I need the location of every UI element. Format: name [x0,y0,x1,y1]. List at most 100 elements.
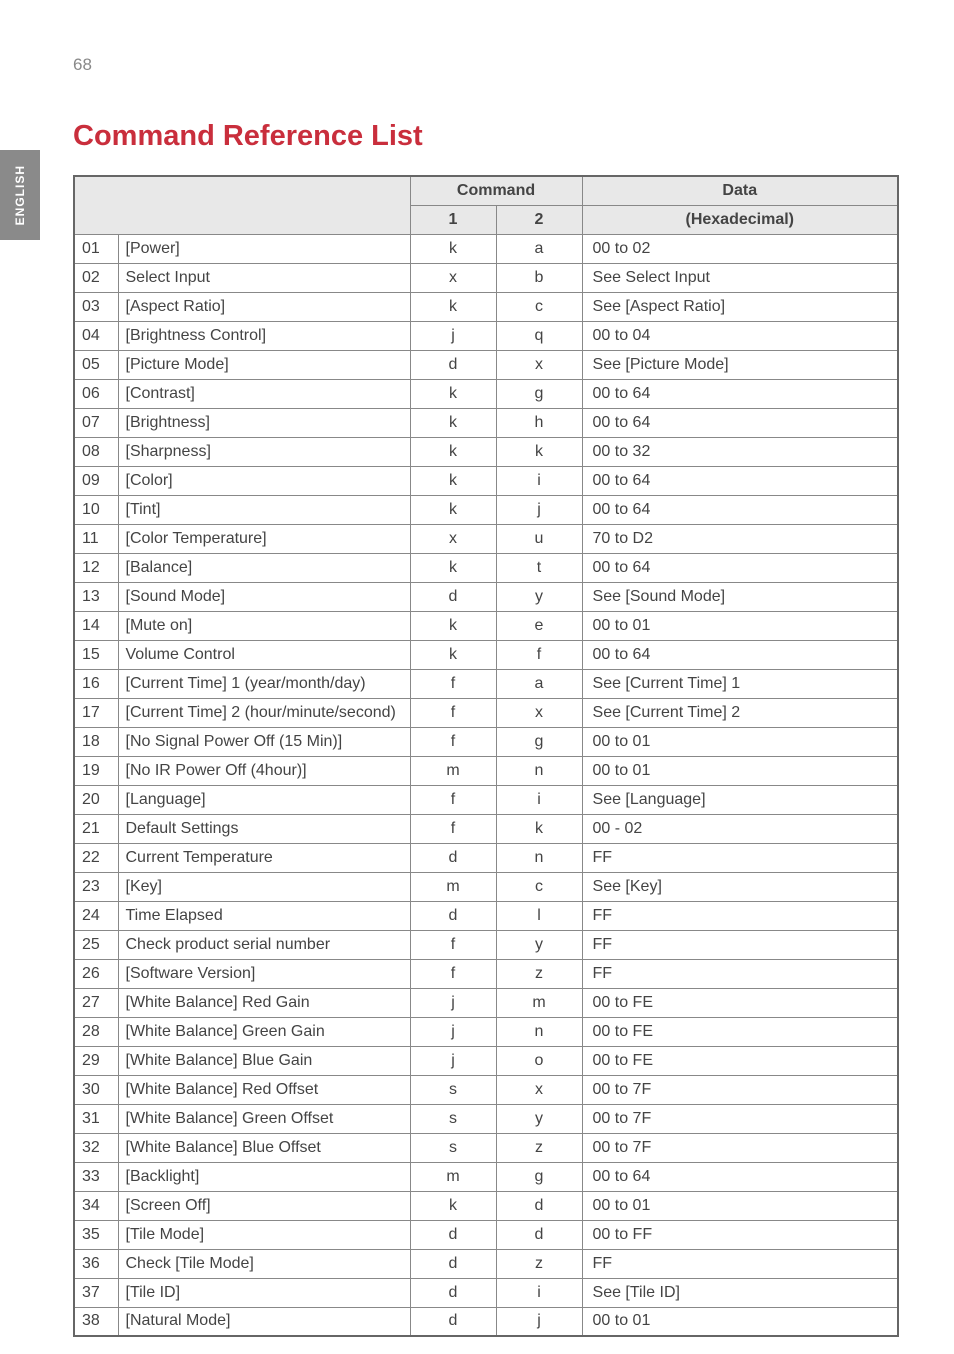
cell-data: See [Sound Mode] [582,582,898,611]
cell-num: 22 [74,843,118,872]
table-row: 04[Brightness Control]jq00 to 04 [74,321,898,350]
cell-cmd1: d [410,582,496,611]
cell-data: 00 to 64 [582,495,898,524]
cell-cmd1: f [410,959,496,988]
cell-name: [Brightness Control] [118,321,410,350]
cell-data: 00 to 7F [582,1133,898,1162]
cell-num: 14 [74,611,118,640]
table-row: 24Time ElapseddlFF [74,901,898,930]
cell-cmd1: d [410,350,496,379]
cell-data: FF [582,959,898,988]
cell-name: [Brightness] [118,408,410,437]
table-row: 20[Language]fiSee [Language] [74,785,898,814]
cell-num: 04 [74,321,118,350]
table-row: 31[White Balance] Green Offsetsy00 to 7F [74,1104,898,1133]
language-tab: ENGLISH [0,150,40,240]
table-row: 33[Backlight]mg00 to 64 [74,1162,898,1191]
table-row: 35[Tile Mode]dd00 to FF [74,1220,898,1249]
page-number: 68 [73,55,92,75]
cell-name: Check product serial number [118,930,410,959]
cell-name: [White Balance] Green Offset [118,1104,410,1133]
cell-num: 07 [74,408,118,437]
cell-cmd1: d [410,1278,496,1307]
cell-data: 00 to 64 [582,553,898,582]
command-reference-table: Command Data 1 2 (Hexadecimal) 01[Power]… [73,175,899,1337]
cell-cmd1: k [410,495,496,524]
cell-num: 12 [74,553,118,582]
table-row: 28[White Balance] Green Gainjn00 to FE [74,1017,898,1046]
cell-num: 16 [74,669,118,698]
cell-name: Current Temperature [118,843,410,872]
cell-name: [White Balance] Blue Offset [118,1133,410,1162]
cell-cmd2: i [496,466,582,495]
cell-name: [Balance] [118,553,410,582]
cell-num: 26 [74,959,118,988]
cell-cmd2: e [496,611,582,640]
cell-data: 00 to 01 [582,727,898,756]
cell-num: 18 [74,727,118,756]
table-row: 15Volume Controlkf00 to 64 [74,640,898,669]
cell-data: 00 to FF [582,1220,898,1249]
cell-name: [White Balance] Blue Gain [118,1046,410,1075]
table-row: 14[Mute on]ke00 to 01 [74,611,898,640]
table-row: 19[No IR Power Off (4hour)]mn00 to 01 [74,756,898,785]
cell-data: 00 to 64 [582,379,898,408]
cell-data: 00 to 64 [582,640,898,669]
cell-data: 00 to 32 [582,437,898,466]
cell-cmd1: m [410,872,496,901]
cell-cmd2: z [496,959,582,988]
table-row: 16[Current Time] 1 (year/month/day)faSee… [74,669,898,698]
cell-cmd1: f [410,727,496,756]
cell-cmd2: z [496,1133,582,1162]
cell-name: [Current Time] 2 (hour/minute/second) [118,698,410,727]
cell-cmd1: k [410,379,496,408]
cell-cmd2: y [496,930,582,959]
cell-name: [Tile ID] [118,1278,410,1307]
header-cmd1: 1 [410,205,496,234]
cell-name: [Software Version] [118,959,410,988]
cell-name: [No IR Power Off (4hour)] [118,756,410,785]
cell-cmd2: m [496,988,582,1017]
cell-cmd2: k [496,437,582,466]
table-row: 08[Sharpness]kk00 to 32 [74,437,898,466]
cell-name: [Language] [118,785,410,814]
table-header-row-1: Command Data [74,176,898,205]
cell-data: 70 to D2 [582,524,898,553]
cell-data: See [Current Time] 2 [582,698,898,727]
cell-num: 17 [74,698,118,727]
cell-cmd1: k [410,640,496,669]
table-row: 12[Balance]kt00 to 64 [74,553,898,582]
table-row: 10[Tint]kj00 to 64 [74,495,898,524]
cell-cmd2: y [496,1104,582,1133]
cell-cmd2: i [496,785,582,814]
cell-cmd2: u [496,524,582,553]
cell-num: 31 [74,1104,118,1133]
cell-name: [Sharpness] [118,437,410,466]
cell-num: 33 [74,1162,118,1191]
cell-num: 15 [74,640,118,669]
cell-cmd1: f [410,698,496,727]
cell-num: 27 [74,988,118,1017]
cell-data: FF [582,1249,898,1278]
cell-cmd1: f [410,930,496,959]
table-row: 11[Color Temperature]xu70 to D2 [74,524,898,553]
cell-num: 36 [74,1249,118,1278]
cell-name: [Tint] [118,495,410,524]
cell-cmd1: k [410,408,496,437]
table-row: 22Current TemperaturednFF [74,843,898,872]
table-row: 38[Natural Mode]dj00 to 01 [74,1307,898,1336]
table-row: 27[White Balance] Red Gainjm00 to FE [74,988,898,1017]
table-row: 32[White Balance] Blue Offsetsz00 to 7F [74,1133,898,1162]
header-command: Command [410,176,582,205]
page-title: Command Reference List [73,120,899,153]
cell-num: 13 [74,582,118,611]
cell-name: [Sound Mode] [118,582,410,611]
cell-cmd1: d [410,901,496,930]
cell-data: 00 to 7F [582,1104,898,1133]
cell-name: Volume Control [118,640,410,669]
cell-cmd1: j [410,1017,496,1046]
cell-name: [White Balance] Green Gain [118,1017,410,1046]
cell-num: 02 [74,263,118,292]
cell-cmd2: a [496,234,582,263]
cell-data: 00 to FE [582,988,898,1017]
